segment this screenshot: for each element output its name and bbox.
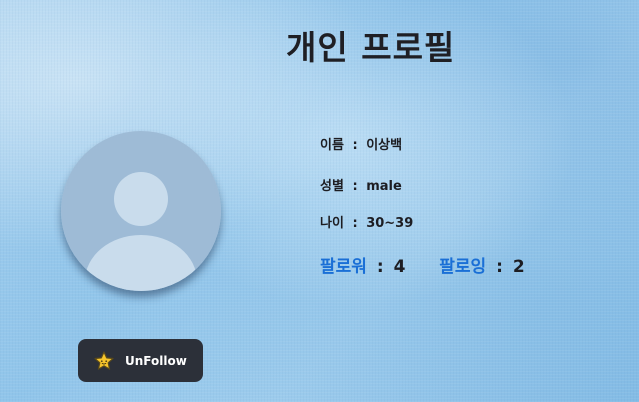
followers-link[interactable]: 팔로워 <box>320 257 367 277</box>
name-value: 이상백 <box>366 138 403 153</box>
gender-separator: : <box>352 179 358 194</box>
page-title: 개인 프로필 <box>286 28 456 67</box>
unfollow-label: UnFollow <box>125 353 187 368</box>
avatar <box>61 131 221 291</box>
profile-age-row: 나이 : 30~39 <box>320 212 413 231</box>
name-separator: : <box>352 138 358 153</box>
following-count: 2 <box>512 257 525 277</box>
age-separator: : <box>352 216 358 231</box>
profile-name-row: 이름 : 이상백 <box>320 134 402 153</box>
followers-separator: : <box>376 257 384 277</box>
gender-label: 성별 <box>320 179 344 194</box>
age-label: 나이 <box>320 216 344 231</box>
profile-gender-row: 성별 : male <box>320 175 402 194</box>
unfollow-button[interactable]: UnFollow <box>78 339 203 382</box>
default-avatar-icon <box>61 131 221 291</box>
following-link[interactable]: 팔로잉 <box>439 257 486 277</box>
following-separator: : <box>496 257 503 277</box>
name-label: 이름 <box>320 138 344 153</box>
gender-value: male <box>366 179 402 194</box>
star-icon <box>93 350 115 372</box>
profile-follow-row: 팔로워 : 4 팔로잉 : 2 <box>320 252 525 277</box>
followers-count: 4 <box>393 257 406 277</box>
age-value: 30~39 <box>366 216 414 231</box>
